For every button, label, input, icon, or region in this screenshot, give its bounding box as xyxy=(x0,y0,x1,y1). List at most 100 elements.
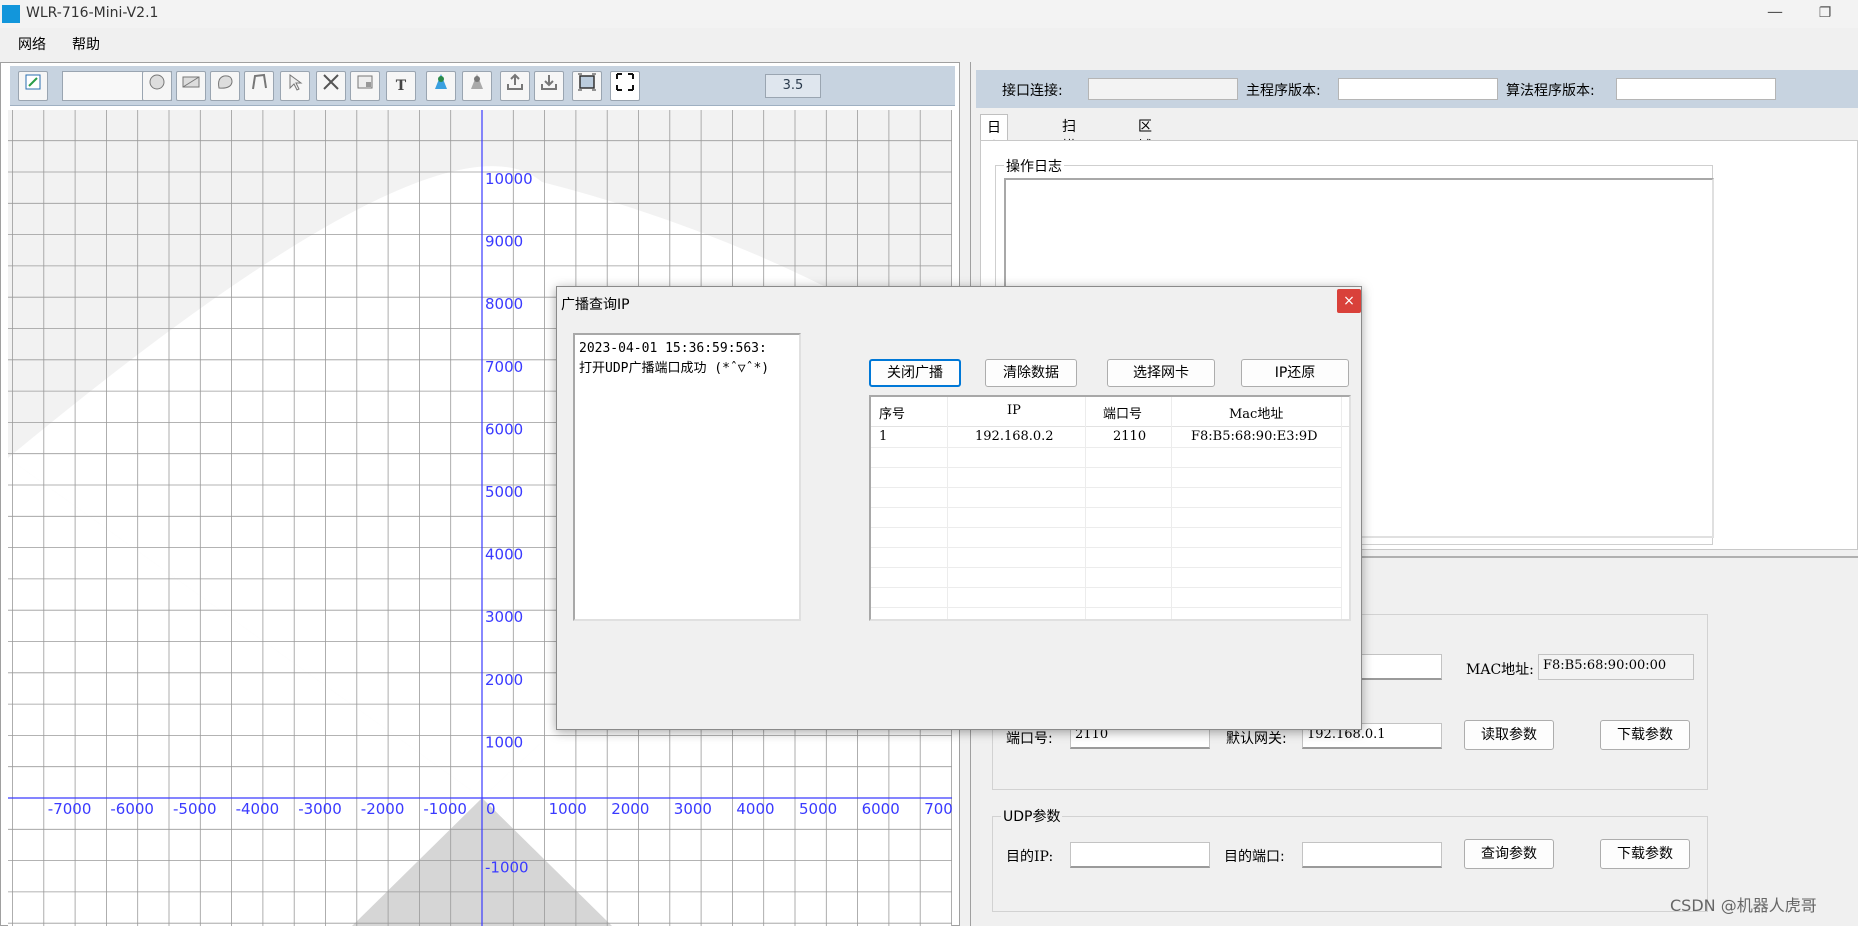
connect-label: 接口连接: xyxy=(1002,83,1063,99)
x-tick-label: 5000 xyxy=(799,800,837,818)
upload-icon[interactable] xyxy=(500,71,530,101)
udp-download-params-button[interactable]: 下载参数 xyxy=(1600,839,1690,869)
y-tick-label: -1000 xyxy=(485,859,529,877)
dest-ip-input[interactable] xyxy=(1070,842,1210,868)
x-tick-label: 0 xyxy=(486,800,496,818)
minimize-icon[interactable]: — xyxy=(1760,2,1790,26)
tab-scan-wave[interactable]: 扫描波形 xyxy=(1056,114,1082,195)
connect-field xyxy=(1088,78,1238,100)
close-icon[interactable]: × xyxy=(1337,289,1361,313)
x-tick-label: 2000 xyxy=(611,800,649,818)
header-port: 端口号 xyxy=(1103,407,1143,422)
clear-data-button[interactable]: 清除数据 xyxy=(985,359,1077,387)
cell-mac: F8:B5:68:90:E3:9D xyxy=(1191,429,1318,444)
row-divider xyxy=(871,487,1341,488)
menu-bar: 网络 帮助 xyxy=(0,28,1858,60)
dialog-title-bar: 广播查询IP × xyxy=(557,287,1361,319)
crop-frame-icon[interactable] xyxy=(610,71,640,101)
person-blue-icon[interactable] xyxy=(426,71,456,101)
x-tick-label: -7000 xyxy=(48,800,92,818)
select-nic-button[interactable]: 选择网卡 xyxy=(1107,359,1215,387)
window-icon[interactable] xyxy=(350,71,380,101)
tab-log[interactable]: 日志信息 xyxy=(980,114,1008,196)
read-params-button[interactable]: 读取参数 xyxy=(1464,720,1554,750)
y-tick-label: 8000 xyxy=(485,295,523,313)
row-divider xyxy=(871,567,1341,568)
menu-help[interactable]: 帮助 xyxy=(72,34,100,54)
app-icon xyxy=(2,5,20,23)
x-tick-label: -6000 xyxy=(110,800,154,818)
x-tick-label: -5000 xyxy=(173,800,217,818)
main-version-label: 主程序版本: xyxy=(1246,83,1321,99)
y-tick-label: 6000 xyxy=(485,420,523,438)
dest-port-input[interactable] xyxy=(1302,842,1442,868)
text-tool-icon[interactable]: T xyxy=(386,71,416,101)
window-title: WLR-716-Mini-V2.1 xyxy=(26,5,159,21)
header-ip: IP xyxy=(1007,403,1021,418)
edit-icon[interactable] xyxy=(18,71,48,101)
dialog-log[interactable]: 2023-04-01 15:36:59:563: 打开UDP广播端口成功 (*ˆ… xyxy=(573,333,801,621)
download-icon[interactable] xyxy=(534,71,564,101)
row-divider xyxy=(871,547,1341,548)
y-tick-label: 10000 xyxy=(485,170,533,188)
select-arrow-icon[interactable] xyxy=(280,71,310,101)
dest-ip-label: 目的IP: xyxy=(1006,849,1054,865)
dialog-title: 广播查询IP xyxy=(561,297,630,313)
table-header: 序号 IP 端口号 Mac地址 xyxy=(871,397,1349,427)
cell-ip: 192.168.0.2 xyxy=(975,429,1054,444)
y-tick-label: 2000 xyxy=(485,671,523,689)
zoom-level[interactable]: 3.5 xyxy=(765,74,821,98)
x-tick-label: -2000 xyxy=(361,800,405,818)
x-tick-label: 6000 xyxy=(862,800,900,818)
header-index: 序号 xyxy=(879,407,906,422)
row-divider xyxy=(871,607,1341,608)
log-line: 2023-04-01 15:36:59:563: xyxy=(579,341,767,356)
udp-group-title: UDP参数 xyxy=(1001,806,1063,826)
row-divider xyxy=(871,587,1341,588)
port-label: 端口号: xyxy=(1006,731,1053,747)
row-divider xyxy=(871,447,1341,448)
interface-bar: 接口连接: 主程序版本: 算法程序版本: xyxy=(976,70,1858,108)
gateway-label: 默认网关: xyxy=(1226,731,1287,747)
header-mac: Mac地址 xyxy=(1229,407,1284,422)
watermark: CSDN @机器人虎哥 xyxy=(1670,896,1817,915)
log-group-title: 操作日志 xyxy=(1004,156,1064,176)
log-line: 打开UDP广播端口成功 (*ˆ▽ˆ*) xyxy=(579,361,770,376)
x-tick-label: 3000 xyxy=(674,800,712,818)
y-tick-label: 7000 xyxy=(485,358,523,376)
polygon-tool-icon[interactable] xyxy=(210,71,240,101)
close-broadcast-button[interactable]: 关闭广播 xyxy=(869,359,961,387)
x-tick-label: 4000 xyxy=(736,800,774,818)
delete-icon[interactable] xyxy=(316,71,346,101)
tab-region[interactable]: 区域信息 xyxy=(1132,114,1158,195)
title-bar: WLR-716-Mini-V2.1 — ❐ xyxy=(0,0,1858,28)
x-tick-label: -1000 xyxy=(423,800,467,818)
y-tick-label: 3000 xyxy=(485,608,523,626)
download-params-button[interactable]: 下载参数 xyxy=(1600,720,1690,750)
y-tick-label: 5000 xyxy=(485,483,523,501)
x-tick-label: -4000 xyxy=(236,800,280,818)
person-gray-icon[interactable] xyxy=(462,71,492,101)
menu-network[interactable]: 网络 xyxy=(18,34,46,54)
maximize-icon[interactable]: ❐ xyxy=(1810,2,1840,26)
x-tick-label: -3000 xyxy=(298,800,342,818)
circle-tool-icon[interactable] xyxy=(142,71,172,101)
col-divider xyxy=(1341,397,1342,619)
algo-version-field xyxy=(1616,78,1776,100)
cell-index: 1 xyxy=(879,429,888,444)
y-tick-label: 1000 xyxy=(485,733,523,751)
dest-port-label: 目的端口: xyxy=(1224,849,1285,865)
mac-input[interactable]: F8:B5:68:90:00:00 xyxy=(1538,654,1694,680)
path-tool-icon[interactable] xyxy=(244,71,274,101)
rect-tool-icon[interactable] xyxy=(176,71,206,101)
ip-table[interactable]: 序号 IP 端口号 Mac地址 1 192.168.0.2 2110 F8:B5… xyxy=(869,395,1351,621)
fit-view-icon[interactable] xyxy=(572,71,602,101)
y-tick-label: 9000 xyxy=(485,233,523,251)
row-divider xyxy=(871,527,1341,528)
ip-restore-button[interactable]: IP还原 xyxy=(1241,359,1349,387)
cell-port: 2110 xyxy=(1113,429,1147,444)
broadcast-ip-dialog: 广播查询IP × 2023-04-01 15:36:59:563: 打开UDP广… xyxy=(556,286,1362,730)
query-params-button[interactable]: 查询参数 xyxy=(1464,839,1554,869)
row-divider xyxy=(871,507,1341,508)
mac-label: MAC地址: xyxy=(1466,662,1534,678)
